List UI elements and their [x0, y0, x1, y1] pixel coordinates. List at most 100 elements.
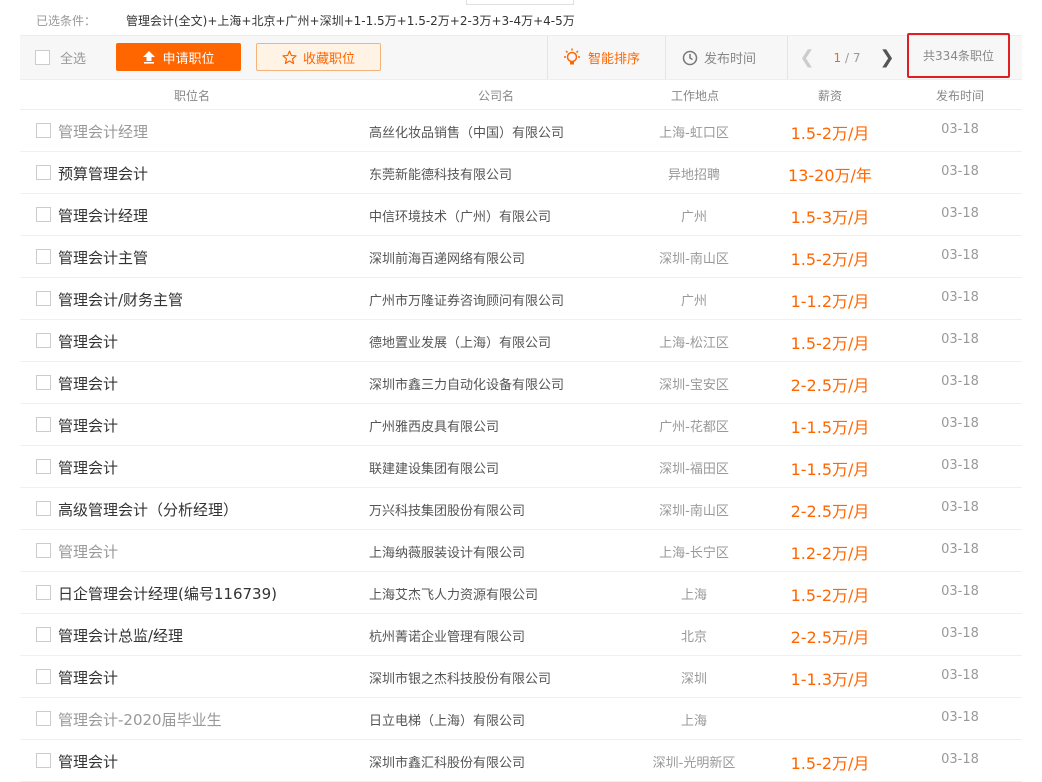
- job-title-link[interactable]: 管理会计-2020届毕业生: [58, 709, 222, 730]
- job-checkbox[interactable]: [36, 417, 51, 432]
- job-title-link[interactable]: 管理会计: [58, 331, 118, 352]
- job-post-date: 03-18: [941, 332, 979, 347]
- job-row[interactable]: 管理会计 广州雅西皮具有限公司 广州-花都区 1-1.5万/月 03-18: [20, 404, 1022, 446]
- job-checkbox[interactable]: [36, 753, 51, 768]
- job-title-link[interactable]: 管理会计主管: [58, 247, 148, 268]
- company-link[interactable]: 广州雅西皮具有限公司: [369, 416, 499, 435]
- job-checkbox[interactable]: [36, 165, 51, 180]
- job-title-link[interactable]: 管理会计: [58, 541, 118, 562]
- job-checkbox[interactable]: [36, 459, 51, 474]
- column-header-date: 发布时间: [935, 89, 984, 103]
- company-link[interactable]: 东莞新能德科技有限公司: [369, 164, 512, 183]
- job-checkbox[interactable]: [36, 249, 51, 264]
- job-checkbox[interactable]: [36, 375, 51, 390]
- job-checkbox[interactable]: [36, 627, 51, 642]
- job-checkbox[interactable]: [36, 669, 51, 684]
- job-row[interactable]: 管理会计/财务主管 广州市万隆证券咨询顾问有限公司 广州 1-1.2万/月 03-18: [20, 278, 1022, 320]
- company-link[interactable]: 深圳市鑫三力自动化设备有限公司: [369, 374, 564, 393]
- job-title-link[interactable]: 管理会计经理: [58, 205, 148, 226]
- job-location: 广州: [680, 294, 707, 309]
- job-post-date: 03-18: [941, 542, 979, 557]
- company-link[interactable]: 高丝化妆品销售（中国）有限公司: [369, 122, 564, 141]
- job-row[interactable]: 管理会计 德地置业发展（上海）有限公司 上海-松江区 1.5-2万/月 03-18: [20, 320, 1022, 362]
- smart-sort-label: 智能排序: [588, 52, 641, 67]
- job-salary: 1-1.5万/月: [790, 460, 870, 479]
- job-row[interactable]: 管理会计主管 深圳前海百递网络有限公司 深圳-南山区 1.5-2万/月 03-18: [20, 236, 1022, 278]
- time-sort-button[interactable]: 发布时间: [682, 36, 787, 79]
- job-title-link[interactable]: 管理会计: [58, 457, 118, 478]
- job-checkbox[interactable]: [36, 123, 51, 138]
- collect-job-button[interactable]: 收藏职位: [256, 43, 381, 71]
- job-checkbox[interactable]: [36, 333, 51, 348]
- company-link[interactable]: 中信环境技术（广州）有限公司: [369, 206, 551, 225]
- job-salary: 13-20万/年: [788, 166, 872, 185]
- company-link[interactable]: 德地置业发展（上海）有限公司: [369, 332, 551, 351]
- column-header-name: 职位名: [173, 89, 210, 103]
- job-title-link[interactable]: 管理会计: [58, 415, 118, 436]
- job-checkbox[interactable]: [36, 543, 51, 558]
- job-salary: 1-1.2万/月: [790, 292, 870, 311]
- company-link[interactable]: 广州市万隆证券咨询顾问有限公司: [369, 290, 564, 309]
- company-link[interactable]: 深圳前海百递网络有限公司: [369, 248, 525, 267]
- job-row[interactable]: 管理会计 联建建设集团有限公司 深圳-福田区 1-1.5万/月 03-18: [20, 446, 1022, 488]
- column-header-salary: 薪资: [817, 89, 842, 103]
- toolbar-divider: [665, 36, 666, 79]
- job-salary: 1.5-2万/月: [790, 334, 870, 353]
- job-row[interactable]: 预算管理会计 东莞新能德科技有限公司 异地招聘 13-20万/年 03-18: [20, 152, 1022, 194]
- page-indicator: 1 / 7: [817, 51, 877, 65]
- job-post-date: 03-18: [941, 668, 979, 683]
- job-title-link[interactable]: 日企管理会计经理(编号116739): [58, 583, 277, 604]
- job-title-link[interactable]: 管理会计经理: [58, 121, 148, 142]
- job-checkbox[interactable]: [36, 711, 51, 726]
- job-title-link[interactable]: 管理会计: [58, 373, 118, 394]
- job-row[interactable]: 高级管理会计（分析经理） 万兴科技集团股份有限公司 深圳-南山区 2-2.5万/月 03…: [20, 488, 1022, 530]
- column-header-company: 公司名: [477, 89, 514, 103]
- job-row[interactable]: 管理会计-2020届毕业生 日立电梯（上海）有限公司 上海 03-18: [20, 698, 1022, 740]
- job-row[interactable]: 管理会计 深圳市鑫汇科股份有限公司 深圳-光明新区 1.5-2万/月 03-18: [20, 740, 1022, 782]
- company-link[interactable]: 深圳市银之杰科技股份有限公司: [369, 668, 551, 687]
- chevron-right-icon[interactable]: ❯: [877, 47, 897, 68]
- job-row[interactable]: 日企管理会计经理(编号116739) 上海艾杰飞人力资源有限公司 上海 1.5-2万/…: [20, 572, 1022, 614]
- company-link[interactable]: 联建建设集团有限公司: [369, 458, 499, 477]
- company-link[interactable]: 万兴科技集团股份有限公司: [369, 500, 525, 519]
- job-title-link[interactable]: 高级管理会计（分析经理）: [58, 499, 238, 520]
- company-link[interactable]: 日立电梯（上海）有限公司: [369, 710, 525, 729]
- job-row[interactable]: 管理会计 上海纳薇服装设计有限公司 上海-长宁区 1.2-2万/月 03-18: [20, 530, 1022, 572]
- company-link[interactable]: 上海纳薇服装设计有限公司: [369, 542, 525, 561]
- job-checkbox[interactable]: [36, 501, 51, 516]
- job-post-date: 03-18: [941, 626, 979, 641]
- job-location: 异地招聘: [667, 168, 720, 183]
- company-link[interactable]: 上海艾杰飞人力资源有限公司: [369, 584, 538, 603]
- job-title-link[interactable]: 管理会计/财务主管: [58, 289, 183, 310]
- column-header-location: 工作地点: [670, 89, 719, 103]
- smart-sort-button[interactable]: 智能排序: [562, 36, 657, 79]
- job-row[interactable]: 管理会计经理 中信环境技术（广州）有限公司 广州 1.5-3万/月 03-18: [20, 194, 1022, 236]
- job-title-link[interactable]: 管理会计总监/经理: [58, 625, 183, 646]
- job-row[interactable]: 管理会计 深圳市鑫三力自动化设备有限公司 深圳-宝安区 2-2.5万/月 03-18: [20, 362, 1022, 404]
- job-row[interactable]: 管理会计经理 高丝化妆品销售（中国）有限公司 上海-虹口区 1.5-2万/月 03-18: [20, 110, 1022, 152]
- job-location: 深圳-宝安区: [659, 378, 729, 393]
- job-location: 深圳-福田区: [659, 462, 729, 477]
- apply-job-label: 申请职位: [162, 51, 215, 67]
- job-salary: 2-2.5万/月: [790, 628, 870, 647]
- job-row[interactable]: 管理会计 深圳市银之杰科技股份有限公司 深圳 1-1.3万/月 03-18: [20, 656, 1022, 698]
- chevron-left-icon[interactable]: ❮: [797, 47, 817, 68]
- job-title-link[interactable]: 预算管理会计: [58, 163, 148, 184]
- select-all-checkbox[interactable]: [35, 50, 50, 65]
- job-salary: 2-2.5万/月: [790, 376, 870, 395]
- job-post-date: 03-18: [941, 164, 979, 179]
- job-checkbox[interactable]: [36, 585, 51, 600]
- select-all-label[interactable]: 全选: [60, 48, 86, 67]
- company-link[interactable]: 深圳市鑫汇科股份有限公司: [369, 752, 525, 771]
- job-checkbox[interactable]: [36, 207, 51, 222]
- job-row[interactable]: 管理会计总监/经理 杭州菁诺企业管理有限公司 北京 2-2.5万/月 03-18: [20, 614, 1022, 656]
- company-link[interactable]: 杭州菁诺企业管理有限公司: [369, 626, 525, 645]
- job-title-link[interactable]: 管理会计: [58, 667, 118, 688]
- pagination: ❮ 1 / 7 ❯: [797, 36, 907, 79]
- total-job-count: 共334条职位: [907, 33, 1010, 78]
- job-checkbox[interactable]: [36, 291, 51, 306]
- apply-job-button[interactable]: 申请职位: [116, 43, 241, 71]
- star-icon: [282, 50, 297, 65]
- table-header: 职位名 公司名 工作地点 薪资 发布时间: [20, 79, 1022, 110]
- job-title-link[interactable]: 管理会计: [58, 751, 118, 772]
